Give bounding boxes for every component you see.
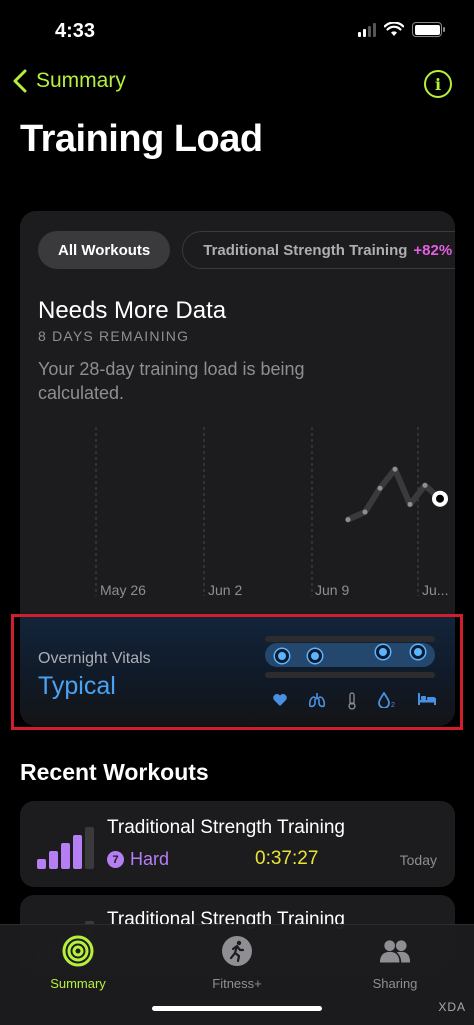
current-load-point-center [436, 494, 444, 503]
wifi-icon [384, 22, 404, 36]
status-description: Your 28-day training load is being calcu… [38, 359, 305, 403]
workout-duration: 0:37:27 [255, 848, 319, 869]
cellular-signal-icon [358, 22, 376, 37]
tab-label: Summary [50, 976, 106, 991]
x-tick-label: Jun 9 [315, 582, 350, 598]
chevron-left-icon [13, 69, 27, 93]
workout-row[interactable]: Traditional Strength Training 7 Hard 0:3… [20, 801, 455, 887]
back-button[interactable]: Summary [10, 68, 126, 94]
x-tick-label: Ju... [422, 582, 449, 598]
status-time: 4:33 [55, 20, 96, 42]
effort-label: Hard [130, 849, 170, 869]
effort-bars-icon [37, 823, 94, 869]
status-icons [358, 22, 445, 37]
filter-strength-training[interactable]: Traditional Strength Training +82% [182, 231, 455, 269]
tab-sharing[interactable]: Sharing [345, 935, 445, 991]
load-point [377, 485, 383, 491]
recent-workouts-title: Recent Workouts [20, 759, 209, 785]
workout-effort: 7 Hard [107, 849, 169, 870]
runner-icon [222, 936, 252, 966]
home-indicator[interactable] [152, 1006, 322, 1011]
workout-date: Today [399, 852, 437, 868]
filter-delta: +82% [413, 241, 453, 259]
x-tick-label: Jun 2 [208, 582, 243, 598]
nav-bar: Summary i [0, 66, 474, 102]
load-line [345, 466, 443, 523]
tab-label: Sharing [372, 976, 418, 991]
page-title: Training Load [20, 118, 263, 160]
load-point [407, 501, 413, 507]
tab-fitness-plus[interactable]: Fitness+ [187, 935, 287, 991]
workout-filter: All Workouts Traditional Strength Traini… [38, 231, 455, 269]
tab-label: Fitness+ [212, 976, 262, 991]
people-icon [379, 940, 411, 963]
filter-label: Traditional Strength Training [203, 241, 408, 259]
load-point [345, 517, 351, 523]
activity-rings-icon [62, 935, 94, 967]
status-title: Needs More Data [38, 297, 227, 324]
filter-all-workouts[interactable]: All Workouts [38, 231, 171, 269]
back-label: Summary [36, 69, 126, 92]
load-point [422, 482, 428, 488]
workout-name: Traditional Strength Training [107, 817, 345, 838]
load-point [392, 466, 398, 472]
tab-summary[interactable]: Summary [28, 935, 128, 991]
filter-label: All Workouts [58, 241, 151, 259]
status-subtitle: 8 DAYS REMAINING [38, 328, 190, 344]
battery-icon [412, 22, 445, 37]
x-tick-label: May 26 [100, 582, 146, 598]
load-point [362, 509, 368, 515]
watermark: XDA [438, 1000, 466, 1014]
info-icon[interactable]: i [424, 70, 452, 98]
vitals-highlight-box [11, 614, 463, 730]
status-bar: 4:33 [0, 0, 474, 60]
effort-number: 7 [107, 851, 124, 868]
